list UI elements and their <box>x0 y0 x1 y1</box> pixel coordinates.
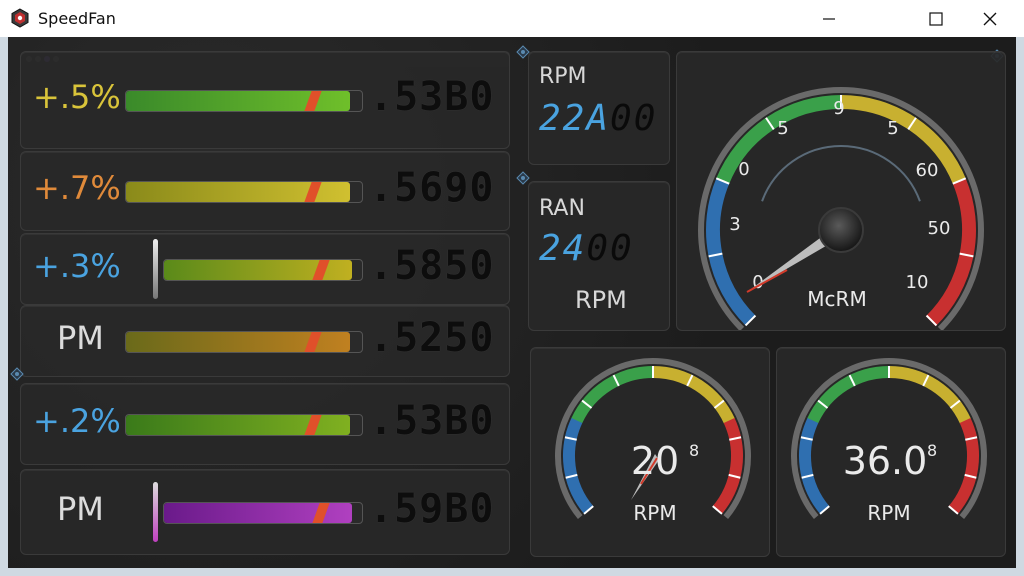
rpm-readout: 22A00 <box>539 98 657 139</box>
small-gauge-1-value: 20 <box>631 439 679 483</box>
sensor-row[interactable]: +.7% .5690 <box>20 151 510 231</box>
sensor-level-bar <box>125 331 363 353</box>
gauge-tick-label: 5 <box>887 118 898 139</box>
main-gauge: 030595605010McRM <box>698 87 984 330</box>
small-gauge-panel-1: 20 8 RPM <box>530 347 770 557</box>
gauge-tick-label: 50 <box>928 218 951 239</box>
small-gauge-1: 20 8 RPM <box>555 358 751 525</box>
maximize-icon <box>929 11 943 26</box>
gauge-inner-ring <box>761 145 921 202</box>
ran-readout: 2400 <box>539 228 634 269</box>
gauge-arc-segment <box>563 417 594 514</box>
small-gauge-2-unit: RPM <box>867 501 910 525</box>
main-gauge-unit: McRM <box>807 287 866 311</box>
sensor-level-bar <box>125 414 363 436</box>
minimize-icon <box>823 17 835 20</box>
sensor-row[interactable]: +.5% .53B0 <box>20 51 510 149</box>
close-button[interactable] <box>963 0 1017 37</box>
close-icon <box>983 12 997 25</box>
sensor-row-label: +.7% <box>33 169 121 207</box>
sensor-level-bar <box>163 259 363 281</box>
sensor-row-value: .59B0 <box>369 486 495 532</box>
main-gauge-panel: 0 3 0 5 9 5 60 50 10 McRM <box>676 51 1006 331</box>
ran-label: RAN <box>539 196 585 221</box>
window-frame-right <box>1016 37 1024 576</box>
sensor-row[interactable]: PM .59B0 <box>20 469 510 555</box>
sensor-row-value: .5690 <box>369 165 495 211</box>
small-gauge-1-unit: RPM <box>633 501 676 525</box>
rpm-readout-dim: 00 <box>610 98 658 139</box>
minimize-button[interactable] <box>802 0 856 37</box>
small-gauge-1-superscript: 8 <box>689 441 699 460</box>
sensor-row[interactable]: PM .5250 <box>20 305 510 377</box>
ran-panel: RAN 2400 RPM <box>528 181 670 331</box>
row-slider-handle[interactable] <box>153 482 158 542</box>
window-frame-bottom <box>0 568 1024 576</box>
ran-unit: RPM <box>575 286 627 314</box>
gauge-arc-segment <box>712 417 743 515</box>
gauge-arc-segment <box>799 417 830 514</box>
gauge-tick-label: 10 <box>906 272 929 293</box>
sensor-level-bar <box>163 502 363 524</box>
sensor-row-label: +.2% <box>33 402 121 440</box>
main-gauge-hub <box>818 207 864 253</box>
sensor-row-value: .5250 <box>369 315 495 361</box>
main-gauge-dial: 030595605010McRM <box>698 87 984 330</box>
small-gauge-2: 36.0 8 RPM <box>791 358 987 525</box>
rpm-label: RPM <box>539 64 587 89</box>
row-slider-handle[interactable] <box>153 239 158 299</box>
maximize-button[interactable] <box>909 0 963 37</box>
gauge-tick-label: 0 <box>738 159 749 180</box>
sensor-row-value: .53B0 <box>369 398 495 444</box>
sensor-row-label: +.3% <box>33 247 121 285</box>
panel-corner-icon[interactable] <box>10 367 24 381</box>
window-frame-left <box>0 37 8 576</box>
title-bar: SpeedFan <box>0 0 1024 37</box>
sensor-row[interactable]: +.3% .5850 <box>20 233 510 305</box>
rpm-panel-top: RPM 22A00 <box>528 51 670 165</box>
small-gauge-2-value: 36.0 <box>843 439 928 483</box>
gauge-tick-label: 3 <box>729 214 740 235</box>
sensor-row-value: .5850 <box>369 243 495 289</box>
rpm-readout-lit: 22A <box>539 98 611 139</box>
small-gauge-panel-2: 36.0 8 RPM <box>776 347 1006 557</box>
gauge-tick-label: 5 <box>777 118 788 139</box>
sensor-row[interactable]: +.2% .53B0 <box>20 383 510 465</box>
sensor-level-bar <box>125 181 363 203</box>
sensor-row-value: .53B0 <box>369 74 495 120</box>
sensor-row-label: +.5% <box>33 78 121 116</box>
gauge-tick-label: 60 <box>916 160 939 181</box>
sensor-level-bar <box>125 90 363 112</box>
gauge-arc-segment <box>948 417 979 515</box>
sensor-row-label: PM <box>57 319 104 357</box>
window-title: SpeedFan <box>38 9 116 28</box>
small-gauge-2-superscript: 8 <box>927 441 937 460</box>
sensor-row-label: PM <box>57 490 104 528</box>
ran-readout-dim: 00 <box>586 228 634 269</box>
ran-readout-lit: 24 <box>539 228 587 269</box>
gauge-tick-label: 9 <box>833 98 844 119</box>
dashboard-area: +.5% .53B0 +.7% .5690 +.3% .5850 PM .5250 +.2% .5… <box>8 37 1016 568</box>
speedfan-app-icon <box>11 8 29 28</box>
